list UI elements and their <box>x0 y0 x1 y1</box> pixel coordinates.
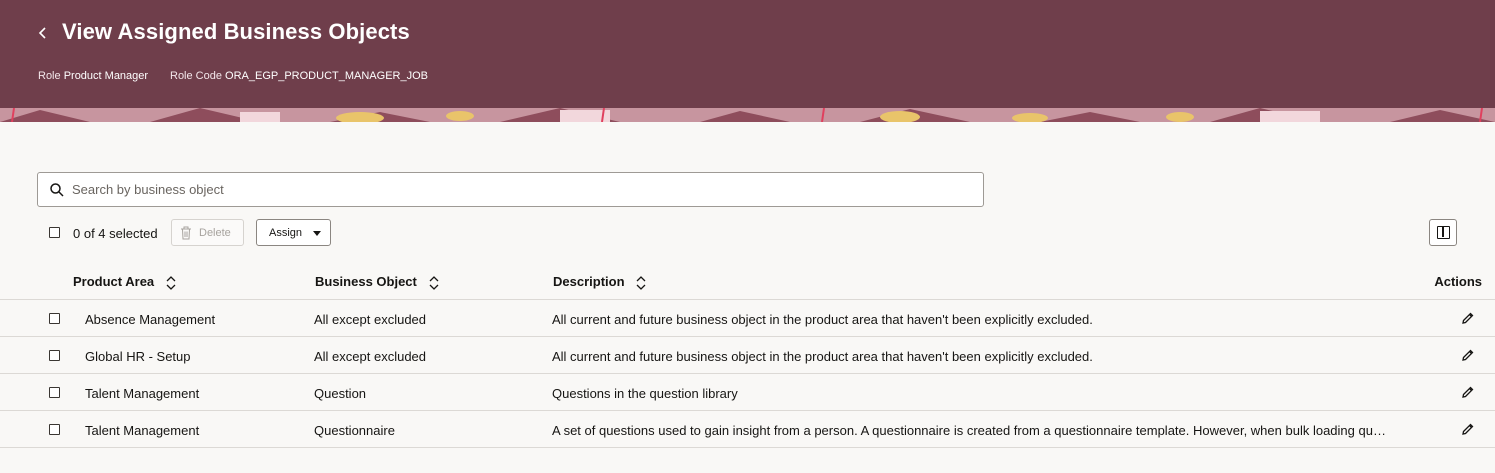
delete-button[interactable]: Delete <box>171 219 244 246</box>
columns-icon <box>1437 226 1450 239</box>
role-code-info: Role Code ORA_EGP_PRODUCT_MANAGER_JOB <box>170 70 428 82</box>
role-label: Role <box>38 70 61 82</box>
column-header-product-area[interactable]: Product Area <box>73 274 176 290</box>
delete-label: Delete <box>199 227 231 239</box>
cell-business-object: Questionnaire <box>314 423 395 438</box>
selection-count: 0 of 4 selected <box>73 226 158 241</box>
chevron-left-icon <box>38 27 46 39</box>
cell-product-area: Talent Management <box>85 423 200 438</box>
search-box[interactable] <box>37 172 984 207</box>
role-code-label: Role Code <box>170 70 222 82</box>
role-info: Role Product Manager <box>38 70 148 82</box>
cell-description: Questions in the question library <box>552 386 738 401</box>
cell-business-object: Question <box>314 386 367 401</box>
role-value: Product Manager <box>63 70 149 82</box>
sort-icon <box>429 275 438 290</box>
cell-product-area: Global HR - Setup <box>85 349 191 364</box>
page-title: View Assigned Business Objects <box>62 19 410 44</box>
assign-label: Assign <box>269 227 303 239</box>
column-header-description[interactable]: Description <box>553 274 646 290</box>
pencil-icon[interactable] <box>1461 385 1475 399</box>
cell-business-object: All except excluded <box>314 312 427 327</box>
row-checkbox[interactable] <box>49 424 60 435</box>
sort-icon <box>166 275 176 290</box>
trash-icon <box>181 226 191 240</box>
table-toolbar: 0 of 4 selected Delete Assign <box>0 219 1495 247</box>
pencil-icon[interactable] <box>1461 348 1475 362</box>
cell-product-area: Absence Management <box>85 312 216 327</box>
page-header: View Assigned Business Objects Role Prod… <box>0 0 1495 122</box>
column-header-label: Business Object <box>315 274 417 289</box>
caret-down-icon <box>313 231 321 236</box>
column-header-business-object[interactable]: Business Object <box>315 274 439 290</box>
sort-icon <box>636 275 646 290</box>
table-row[interactable]: Talent Management Questionnaire A set of… <box>0 411 1495 448</box>
cell-description: All current and future business object i… <box>552 312 1093 327</box>
row-checkbox[interactable] <box>49 313 60 324</box>
assign-menu-button[interactable]: Assign <box>256 219 331 246</box>
columns-button[interactable] <box>1429 219 1457 246</box>
row-checkbox[interactable] <box>49 350 60 361</box>
column-header-label: Product Area <box>73 274 155 289</box>
cell-description: All current and future business object i… <box>552 349 1093 364</box>
pencil-icon[interactable] <box>1461 311 1475 325</box>
header-decorative-pattern <box>0 108 1495 122</box>
back-button[interactable] <box>32 22 54 44</box>
cell-description: A set of questions used to gain insight … <box>552 423 1386 438</box>
column-header-actions: Actions <box>1434 274 1482 289</box>
pencil-icon[interactable] <box>1461 422 1475 436</box>
table-header: Product Area Business Object Description… <box>0 263 1495 300</box>
search-icon <box>50 183 64 197</box>
cell-product-area: Talent Management <box>85 386 200 401</box>
select-all-checkbox[interactable] <box>49 227 60 238</box>
table-row[interactable]: Absence Management All except excluded A… <box>0 300 1495 337</box>
column-header-label: Description <box>553 274 625 289</box>
table-row[interactable]: Talent Management Question Questions in … <box>0 374 1495 411</box>
row-checkbox[interactable] <box>49 387 60 398</box>
cell-business-object: All except excluded <box>314 349 427 364</box>
table-row[interactable]: Global HR - Setup All except excluded Al… <box>0 337 1495 374</box>
role-code-value: ORA_EGP_PRODUCT_MANAGER_JOB <box>225 70 428 82</box>
search-input[interactable] <box>72 174 972 205</box>
